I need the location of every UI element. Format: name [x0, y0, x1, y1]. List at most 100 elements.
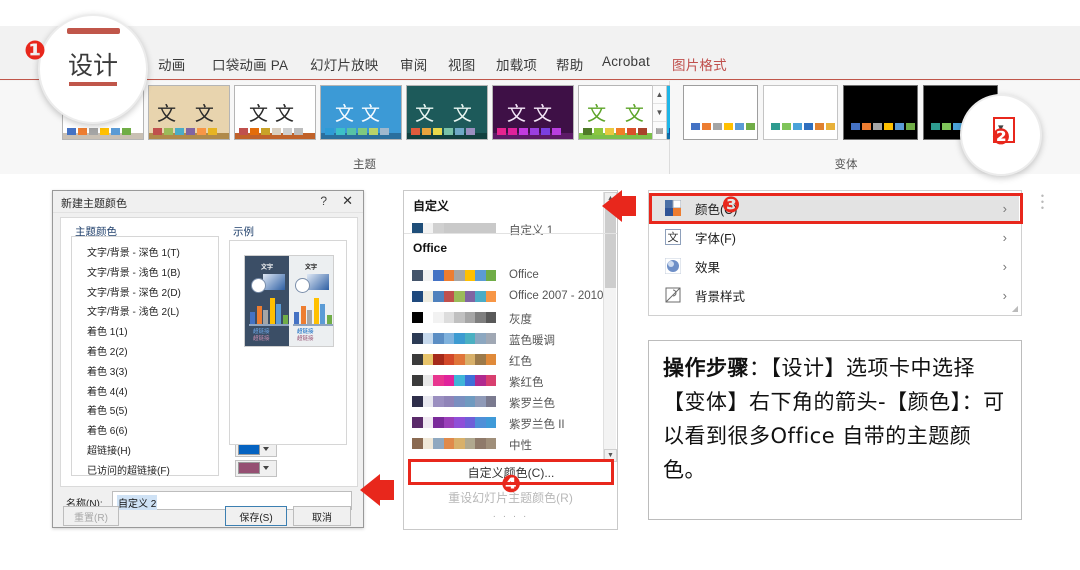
- example-dark-shape: [263, 274, 285, 290]
- theme-thumbnail-2[interactable]: 文文: [234, 85, 316, 140]
- color-list-item-6[interactable]: 紫红色: [412, 371, 607, 391]
- theme-thumbnail-1[interactable]: 文 文: [148, 85, 230, 140]
- color-list-item-label-8: 紫罗兰色 II: [509, 419, 565, 431]
- theme-thumbnail-4[interactable]: 文 文: [406, 85, 488, 140]
- ribbon-tab-1[interactable]: 动画: [158, 54, 185, 74]
- ribbon-tab-9[interactable]: 图片格式: [672, 54, 727, 74]
- color-list-palette-3: [412, 312, 496, 323]
- color-list-palette-4: [412, 333, 496, 344]
- dialog-content: 主题颜色 文字/背景 - 深色 1(T) 文字/背景 - 浅色 1(B) 文字/背景…: [60, 217, 358, 487]
- color-list-resize-dots[interactable]: · · · ·: [404, 511, 617, 522]
- design-tab-underline: [68, 82, 118, 86]
- theme-color-row-10: 超链接(H): [75, 438, 277, 460]
- theme-color-row-6: 着色 3(3): [75, 359, 277, 381]
- color-list-item-1[interactable]: Office: [412, 266, 607, 286]
- chevron-right-icon[interactable]: ›: [1003, 259, 1007, 274]
- example-dark-chart: [250, 298, 288, 324]
- example-group-label: 示例: [233, 226, 254, 238]
- theme-color-picker-11[interactable]: [235, 459, 277, 477]
- theme-color-row-0: 文字/背景 - 深色 1(T): [75, 240, 277, 262]
- example-preview-panel: 文字 超链接 超链接 文字 超链接 超链接: [229, 240, 347, 445]
- variants-menu-item-2[interactable]: 效果 ›: [651, 253, 1019, 280]
- theme-color-row-9: 着色 6(6): [75, 418, 277, 440]
- ribbon-tab-6[interactable]: 加载项: [496, 54, 537, 74]
- variant-thumbnail-swatches-1: [771, 123, 835, 130]
- color-list-item-0[interactable]: 自定义 1: [412, 219, 607, 239]
- color-list-item-label-1: Office: [509, 269, 539, 281]
- ribbon-tab-3[interactable]: 幻灯片放映: [310, 54, 379, 74]
- variant-thumbnail-2[interactable]: [843, 85, 918, 140]
- theme-thumbnail-swatches-6: [583, 128, 647, 135]
- help-icon[interactable]: ?: [320, 194, 327, 208]
- color-list-item-3[interactable]: 灰度: [412, 308, 607, 328]
- theme-gallery-scroll-buttons[interactable]: ▲ ▼ ▤: [652, 85, 667, 140]
- color-menu-highlight-box: [649, 193, 1023, 224]
- save-button[interactable]: 保存(S): [225, 506, 287, 526]
- new-theme-colors-dialog: 新建主题颜色 ? ✕ 主题颜色 文字/背景 - 深色 1(T) 文字/背景 - 浅…: [52, 190, 364, 528]
- ribbon-body: 文文 文文文文文文 文文文文 文文文 ▲ ▼ ▤ 主题 ▲ ▼ ▤ 变体 •••: [0, 81, 1080, 213]
- theme-thumbnail-swatches-5: [497, 128, 561, 135]
- menu-resize-grip-icon[interactable]: ◢: [1012, 304, 1018, 313]
- color-list-item-4[interactable]: 蓝色暖调: [412, 329, 607, 349]
- example-light-slide: 文字 超链接 超链接: [289, 256, 333, 346]
- chevron-down-icon[interactable]: [263, 446, 269, 451]
- variant-thumbnail-0[interactable]: [683, 85, 758, 140]
- theme-thumbnail-5[interactable]: 文文: [492, 85, 574, 140]
- color-list-item-5[interactable]: 红色: [412, 350, 607, 370]
- arrow-list-to-dialog: [360, 474, 394, 506]
- example-dark-links: 超链接 超链接: [253, 329, 270, 343]
- color-list-scroll-up-icon[interactable]: ▲: [604, 192, 617, 205]
- color-list-item-9[interactable]: 中性: [412, 434, 607, 454]
- design-tab-label[interactable]: 设计: [40, 46, 146, 82]
- color-list-item-2[interactable]: Office 2007 - 2010: [412, 287, 607, 307]
- screenshot-root: 换动画口袋动画 PA幻灯片放映审阅视图加载项帮助Acrobat图片格式 文文 文…: [0, 0, 1080, 570]
- variant-thumbnail-1[interactable]: [763, 85, 838, 140]
- window-top-strip: [0, 0, 1080, 26]
- variants-menu-item-1[interactable]: 文 字体(F) ›: [651, 224, 1019, 251]
- color-list-heading-0: 自定义: [413, 199, 450, 213]
- theme-color-row-label-0: 文字/背景 - 深色 1(T): [87, 248, 180, 259]
- theme-color-row-4: 着色 1(1): [75, 319, 277, 341]
- theme-gallery-more-icon[interactable]: ▤: [653, 122, 666, 139]
- dialog-button-row: 重置(R) 保存(S) 取消: [53, 500, 365, 528]
- theme-thumbnail-3[interactable]: 文文: [320, 85, 402, 140]
- reset-button[interactable]: 重置(R): [63, 506, 119, 526]
- color-list-item-label-9: 中性: [509, 440, 532, 452]
- ribbon-tab-4[interactable]: 审阅: [400, 54, 427, 74]
- color-list-palette-1: [412, 270, 496, 281]
- theme-scroll-down-icon[interactable]: ▼: [653, 104, 666, 122]
- color-list-item-label-7: 紫罗兰色: [509, 398, 555, 410]
- theme-thumbnail-swatches-3: [325, 128, 389, 135]
- color-list-item-7[interactable]: 紫罗兰色: [412, 392, 607, 412]
- design-tab-top-accent: [66, 28, 120, 34]
- dialog-title-bar: 新建主题颜色 ? ✕: [53, 191, 363, 213]
- theme-thumbnail-6[interactable]: 文 文: [578, 85, 660, 140]
- ribbon-tab-5[interactable]: 视图: [448, 54, 475, 74]
- example-light-chart: [294, 298, 332, 324]
- color-list-item-8[interactable]: 紫罗兰色 II: [412, 413, 607, 433]
- chevron-right-icon[interactable]: ›: [1003, 230, 1007, 245]
- variants-menu-item-3[interactable]: 背景样式 ›: [651, 282, 1019, 309]
- example-bar-3: [269, 298, 275, 324]
- theme-color-row-label-4: 着色 1(1): [87, 327, 128, 339]
- example-dark-hyperlink: 超链接: [253, 329, 270, 335]
- variants-menu-item-label-3: 背景样式: [695, 290, 746, 304]
- theme-scroll-up-icon[interactable]: ▲: [653, 86, 666, 104]
- ribbon-tab-2[interactable]: 口袋动画 PA: [212, 54, 288, 74]
- close-icon[interactable]: ✕: [342, 193, 353, 209]
- chevron-right-icon[interactable]: ›: [1003, 288, 1007, 303]
- magnifier-design-tab: 设计: [38, 14, 148, 124]
- instruction-text: 操作步骤：【设计】选项卡中选择【变体】右下角的箭头-【颜色】：可以看到很多Off…: [663, 351, 1007, 487]
- color-list-item-label-3: 灰度: [509, 314, 532, 326]
- ribbon-tab-7[interactable]: 帮助: [556, 54, 583, 74]
- cancel-button[interactable]: 取消: [293, 506, 351, 526]
- example-bar-2: [307, 310, 312, 324]
- svg-text:文: 文: [668, 230, 679, 244]
- ribbon-tab-8[interactable]: Acrobat: [602, 54, 650, 69]
- example-bar-3: [313, 298, 319, 324]
- variants-menu-item-label-2: 效果: [695, 261, 721, 275]
- theme-color-row-3: 文字/背景 - 浅色 2(L): [75, 299, 277, 321]
- color-list-palette-2: [412, 291, 496, 302]
- example-bar-4: [320, 304, 325, 324]
- chevron-down-icon[interactable]: [263, 466, 269, 471]
